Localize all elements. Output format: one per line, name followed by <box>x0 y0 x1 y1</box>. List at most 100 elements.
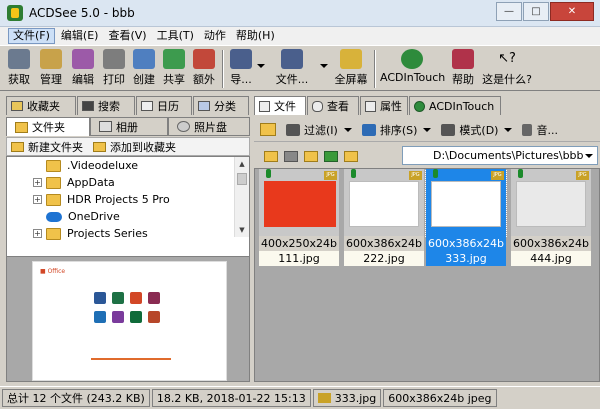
tab-folders[interactable]: 文件夹 <box>6 117 90 136</box>
status-file-info: 18.2 KB, 2018-01-22 15:13 <box>151 389 311 407</box>
categories-icon <box>198 101 210 111</box>
grid-icon <box>441 123 456 136</box>
right-tabs: 文件 查看 属性 ACDInTouch <box>254 96 600 116</box>
new-folder-button[interactable]: 新建文件夹 <box>11 139 83 155</box>
document-icon <box>259 100 270 112</box>
refresh-icon[interactable] <box>324 150 338 162</box>
tab-acdintouch[interactable]: ACDInTouch <box>409 96 501 115</box>
window-title: ACDSee 5.0 - bbb <box>29 6 135 20</box>
tab-calendar[interactable]: 日历 <box>136 96 192 115</box>
tab-properties[interactable]: 属性 <box>360 96 408 115</box>
left-tabs: 收藏夹 搜索 日历 分类 <box>6 96 250 116</box>
left-subtabs: 文件夹 相册 照片盘 <box>6 117 250 137</box>
import-icon <box>230 49 252 69</box>
question-pointer-icon: ↖? <box>498 51 516 66</box>
tab-categories[interactable]: 分类 <box>193 96 249 115</box>
jpg-badge-icon: JPG <box>409 171 422 180</box>
minimize-button[interactable]: — <box>496 2 522 21</box>
extra-button[interactable]: 额外 <box>191 49 217 89</box>
create-icon <box>133 49 155 69</box>
share-button[interactable]: 共享 <box>161 49 187 89</box>
thumbnail-gallery[interactable]: JPG 400x250x24b 111.jpg JPG 600x386x24b … <box>254 168 600 382</box>
tab-favorites[interactable]: 收藏夹 <box>6 96 76 115</box>
funnel-icon <box>286 123 300 136</box>
folder-icon <box>46 176 61 189</box>
expand-icon[interactable]: + <box>33 178 42 187</box>
toolbar-separator <box>374 50 376 88</box>
chevron-down-icon <box>504 127 513 132</box>
sort-button[interactable]: 排序(S) <box>361 122 432 138</box>
speaker-icon <box>522 123 533 136</box>
tab-search[interactable]: 搜索 <box>77 96 135 115</box>
menu-bar: 文件(F) 编辑(E) 查看(V) 工具(T) 动作 帮助(H) <box>0 27 600 45</box>
scroll-up-icon[interactable]: ▲ <box>235 157 249 171</box>
pin-icon <box>518 169 523 178</box>
create-button[interactable]: 创建 <box>131 49 157 89</box>
menu-help[interactable]: 帮助(H) <box>232 28 279 44</box>
add-favorite-icon <box>93 141 106 152</box>
folder-up-arrow-icon[interactable] <box>304 150 318 162</box>
edit-icon <box>72 49 94 69</box>
folder-gray-icon[interactable] <box>284 150 298 162</box>
pin-icon <box>433 169 438 178</box>
tree-item[interactable]: + HDR Projects 5 Pro <box>7 191 233 208</box>
menu-file[interactable]: 文件(F) <box>8 28 55 44</box>
maximize-button[interactable]: □ <box>523 2 549 21</box>
add-to-favorites-button[interactable]: 添加到收藏夹 <box>93 139 176 155</box>
tree-item[interactable]: OneDrive <box>7 208 233 225</box>
import-button[interactable]: 导... <box>228 49 254 89</box>
import-dropdown-arrow[interactable] <box>257 64 265 68</box>
menu-tools[interactable]: 工具(T) <box>153 28 198 44</box>
thumbnail-item[interactable]: JPG 600x386x24b 222.jpg <box>344 169 424 266</box>
filter-button[interactable]: 过滤(I) <box>286 122 352 138</box>
acdintouch-button[interactable]: ACDInTouch <box>380 49 445 89</box>
globe-icon <box>414 100 425 112</box>
folder-back-icon[interactable] <box>264 150 278 162</box>
tree-item[interactable]: + Projects Series <box>7 225 233 242</box>
menu-actions[interactable]: 动作 <box>200 28 230 44</box>
thumbnail-item[interactable]: JPG 400x250x24b 111.jpg <box>259 169 339 266</box>
tree-vertical-scrollbar[interactable]: ▲ ▼ <box>234 157 249 237</box>
help-book-icon <box>452 49 474 69</box>
file-dropdown-arrow[interactable] <box>320 64 328 68</box>
expand-icon[interactable]: + <box>33 229 42 238</box>
folder-up-icon[interactable] <box>260 123 276 136</box>
audio-button[interactable]: 音... <box>522 122 558 138</box>
glasses-icon <box>312 100 323 112</box>
menu-view[interactable]: 查看(V) <box>104 28 150 44</box>
edit-button[interactable]: 编辑 <box>70 49 96 89</box>
chevron-down-icon[interactable] <box>585 154 593 158</box>
scroll-thumb[interactable] <box>237 173 247 185</box>
close-button[interactable]: ✕ <box>550 2 594 21</box>
folder-favorites-icon[interactable] <box>344 150 358 162</box>
expand-icon[interactable]: + <box>33 195 42 204</box>
print-button[interactable]: 打印 <box>101 49 127 89</box>
scroll-down-icon[interactable]: ▼ <box>235 223 249 237</box>
preview-image: ■ Office <box>32 261 227 381</box>
mode-button[interactable]: 模式(D) <box>441 122 513 138</box>
file-button[interactable]: 文件... <box>274 49 310 89</box>
tab-view[interactable]: 查看 <box>307 96 359 115</box>
path-combobox[interactable]: D:\Documents\Pictures\bbb <box>402 146 598 165</box>
browser-toolbar: 过滤(I) 排序(S) 模式(D) 音... <box>254 118 600 142</box>
tree-item[interactable]: + AppData <box>7 174 233 191</box>
tab-photo-disc[interactable]: 照片盘 <box>168 117 250 136</box>
thumbnail-item[interactable]: JPG 600x386x24b 444.jpg <box>511 169 591 266</box>
manage-button[interactable]: 管理 <box>38 49 64 89</box>
album-icon <box>99 121 112 132</box>
tree-item[interactable]: .Videodeluxe <box>7 157 233 174</box>
whats-this-button[interactable]: ↖? 这是什么? <box>482 49 532 89</box>
help-button[interactable]: 帮助 <box>450 49 476 89</box>
thumbnail-item-selected[interactable]: JPG 600x386x24b 333.jpg <box>425 169 507 266</box>
menu-edit[interactable]: 编辑(E) <box>57 28 103 44</box>
acdsee-app-icon <box>7 5 23 21</box>
status-image-info: 600x386x24b jpeg <box>383 389 497 407</box>
acquire-button[interactable]: 获取 <box>6 49 32 89</box>
status-filename: 333.jpg <box>312 389 382 407</box>
folder-icon <box>46 193 61 206</box>
favorites-icon <box>11 101 23 111</box>
fullscreen-button[interactable]: 全屏幕 <box>334 49 368 89</box>
extra-icon <box>193 49 215 69</box>
tab-file[interactable]: 文件 <box>254 96 306 115</box>
tab-albums[interactable]: 相册 <box>90 117 168 136</box>
